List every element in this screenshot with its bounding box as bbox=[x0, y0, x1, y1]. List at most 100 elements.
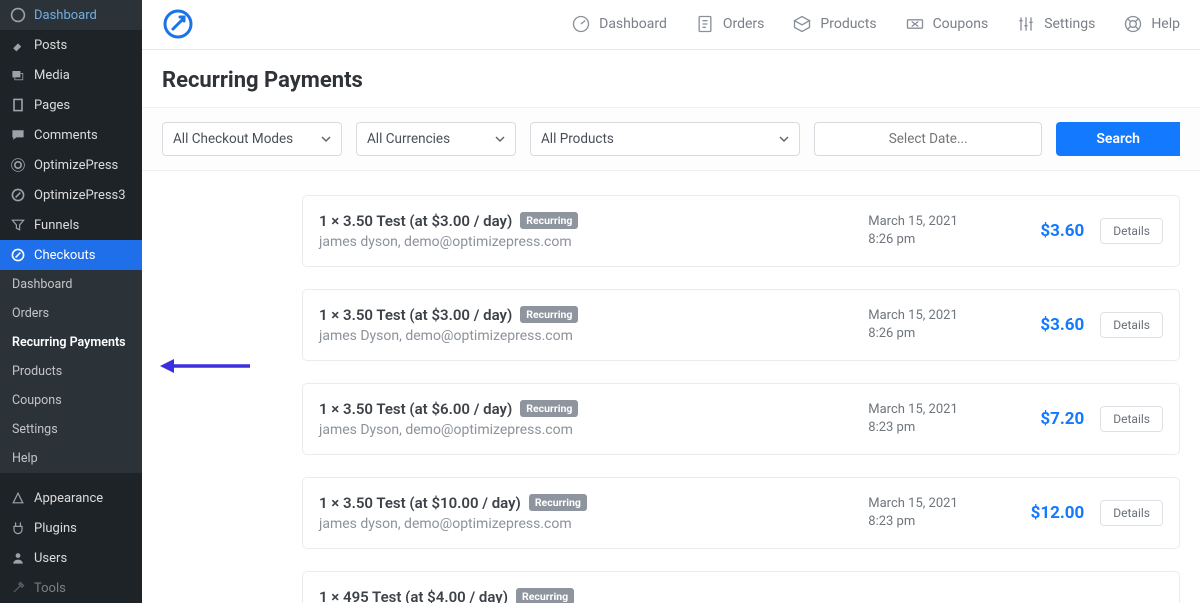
payments-list: 1 × 3.50 Test (at $3.00 / day)Recurring … bbox=[142, 171, 1200, 603]
chevron-down-icon bbox=[779, 134, 789, 144]
wp-admin-sidebar: Dashboard Posts Media Pages Comments Opt… bbox=[0, 0, 142, 603]
nav-coupons[interactable]: Coupons bbox=[905, 14, 989, 34]
sidebar-label: Pages bbox=[34, 98, 70, 113]
payment-time: 8:23 pm bbox=[868, 513, 988, 531]
payment-price: $12.00 bbox=[1004, 503, 1084, 523]
tools-icon bbox=[10, 580, 26, 596]
payment-title: 1 × 3.50 Test (at $10.00 / day) bbox=[319, 494, 521, 512]
sidebar-label: OptimizePress bbox=[34, 158, 118, 173]
appearance-icon bbox=[10, 490, 26, 506]
recurring-badge: Recurring bbox=[516, 588, 574, 603]
sidebar-item-comments[interactable]: Comments bbox=[0, 120, 142, 150]
sidebar-item-optimizepress[interactable]: OptimizePress bbox=[0, 150, 142, 180]
sidebar-item-tools[interactable]: Tools bbox=[0, 573, 142, 603]
sidebar-label: Checkouts bbox=[34, 248, 95, 263]
users-icon bbox=[10, 550, 26, 566]
payment-customer: james dyson, demo@optimizepress.com bbox=[319, 234, 852, 250]
payment-customer: james dyson, demo@optimizepress.com bbox=[319, 516, 852, 532]
payment-row: 1 × 3.50 Test (at $10.00 / day) Recurring… bbox=[302, 477, 1180, 549]
payment-time: 8:26 pm bbox=[868, 231, 988, 249]
payment-date: March 15, 2021 bbox=[868, 495, 988, 513]
filter-checkout-modes[interactable]: All Checkout Modes bbox=[162, 122, 342, 156]
sidebar-label: OptimizePress3 bbox=[34, 188, 126, 203]
pin-icon bbox=[10, 37, 26, 53]
details-button[interactable]: Details bbox=[1100, 500, 1163, 526]
payment-row: 1 × 3.50 Test (at $6.00 / day)Recurring … bbox=[302, 383, 1180, 455]
payment-customer: james Dyson, demo@optimizepress.com bbox=[319, 422, 852, 438]
comment-icon bbox=[10, 127, 26, 143]
plugin-icon bbox=[10, 520, 26, 536]
gear-icon bbox=[10, 157, 26, 173]
payment-title: 1 × 3.50 Test (at $6.00 / day) bbox=[319, 400, 512, 418]
sidebar-item-dashboard[interactable]: Dashboard bbox=[0, 0, 142, 30]
nav-help[interactable]: Help bbox=[1123, 14, 1180, 34]
payment-price: $3.60 bbox=[1004, 221, 1084, 241]
submenu-settings[interactable]: Settings bbox=[0, 415, 142, 444]
sidebar-label: Tools bbox=[34, 581, 66, 596]
search-button[interactable]: Search bbox=[1056, 122, 1180, 156]
payment-row: 1 × 3.50 Test (at $3.00 / day)Recurring … bbox=[302, 195, 1180, 267]
filter-bar: All Checkout Modes All Currencies All Pr… bbox=[142, 107, 1200, 171]
filter-products[interactable]: All Products bbox=[530, 122, 800, 156]
details-button[interactable]: Details bbox=[1100, 312, 1163, 338]
pages-icon bbox=[10, 97, 26, 113]
nav-orders[interactable]: Orders bbox=[695, 14, 765, 34]
payment-row: 1 × 495 Test (at $4.00 / day) Recurring bbox=[302, 571, 1180, 603]
sidebar-item-funnels[interactable]: Funnels bbox=[0, 210, 142, 240]
payment-date: March 15, 2021 bbox=[868, 401, 988, 419]
sidebar-item-users[interactable]: Users bbox=[0, 543, 142, 573]
payment-customer: james Dyson, demo@optimizepress.com bbox=[319, 328, 852, 344]
sidebar-label: Media bbox=[34, 68, 70, 83]
submenu-orders[interactable]: Orders bbox=[0, 299, 142, 328]
page-title: Recurring Payments bbox=[142, 50, 1200, 107]
filter-date-input[interactable] bbox=[814, 122, 1042, 156]
filter-currencies[interactable]: All Currencies bbox=[356, 122, 516, 156]
payment-row: 1 × 3.50 Test (at $3.00 / day)Recurring … bbox=[302, 289, 1180, 361]
sidebar-item-posts[interactable]: Posts bbox=[0, 30, 142, 60]
nav-products[interactable]: Products bbox=[792, 14, 876, 34]
recurring-badge: Recurring bbox=[529, 494, 587, 511]
chevron-down-icon bbox=[321, 134, 331, 144]
sidebar-label: Posts bbox=[34, 38, 67, 53]
payment-price: $7.20 bbox=[1004, 409, 1084, 429]
sidebar-label: Comments bbox=[34, 128, 98, 143]
details-button[interactable]: Details bbox=[1100, 218, 1163, 244]
payment-title: 1 × 495 Test (at $4.00 / day) bbox=[319, 588, 508, 603]
submenu-help[interactable]: Help bbox=[0, 444, 142, 473]
sidebar-item-pages[interactable]: Pages bbox=[0, 90, 142, 120]
chevron-down-icon bbox=[495, 134, 505, 144]
sidebar-item-appearance[interactable]: Appearance bbox=[0, 483, 142, 513]
media-icon bbox=[10, 67, 26, 83]
payment-date: March 15, 2021 bbox=[868, 307, 988, 325]
recurring-badge: Recurring bbox=[520, 400, 578, 417]
sidebar-item-optimizepress3[interactable]: OptimizePress3 bbox=[0, 180, 142, 210]
payment-title: 1 × 3.50 Test (at $3.00 / day) bbox=[319, 212, 512, 230]
submenu-dashboard[interactable]: Dashboard bbox=[0, 270, 142, 299]
payment-time: 8:23 pm bbox=[868, 419, 988, 437]
payment-date: March 15, 2021 bbox=[868, 213, 988, 231]
checkout-icon bbox=[10, 247, 26, 263]
dashboard-icon bbox=[10, 7, 26, 23]
payment-title: 1 × 3.50 Test (at $3.00 / day) bbox=[319, 306, 512, 324]
details-button[interactable]: Details bbox=[1100, 406, 1163, 432]
top-nav: Dashboard Orders Products Coupons Settin… bbox=[142, 0, 1200, 50]
funnel-icon bbox=[10, 217, 26, 233]
sidebar-label: Appearance bbox=[34, 491, 103, 506]
app-logo-icon bbox=[162, 8, 194, 40]
payment-time: 8:26 pm bbox=[868, 325, 988, 343]
submenu-coupons[interactable]: Coupons bbox=[0, 386, 142, 415]
sidebar-label: Users bbox=[34, 551, 67, 566]
sidebar-item-checkouts[interactable]: Checkouts bbox=[0, 240, 142, 270]
recurring-badge: Recurring bbox=[520, 212, 578, 229]
nav-settings[interactable]: Settings bbox=[1016, 14, 1095, 34]
submenu-products[interactable]: Products bbox=[0, 357, 142, 386]
recurring-badge: Recurring bbox=[520, 306, 578, 323]
sidebar-item-plugins[interactable]: Plugins bbox=[0, 513, 142, 543]
payment-price: $3.60 bbox=[1004, 315, 1084, 335]
nav-dashboard[interactable]: Dashboard bbox=[571, 14, 667, 34]
sidebar-label: Dashboard bbox=[34, 8, 97, 23]
sidebar-label: Plugins bbox=[34, 521, 77, 536]
submenu-recurring-payments[interactable]: Recurring Payments bbox=[0, 328, 142, 357]
sidebar-item-media[interactable]: Media bbox=[0, 60, 142, 90]
optimize-icon bbox=[10, 187, 26, 203]
